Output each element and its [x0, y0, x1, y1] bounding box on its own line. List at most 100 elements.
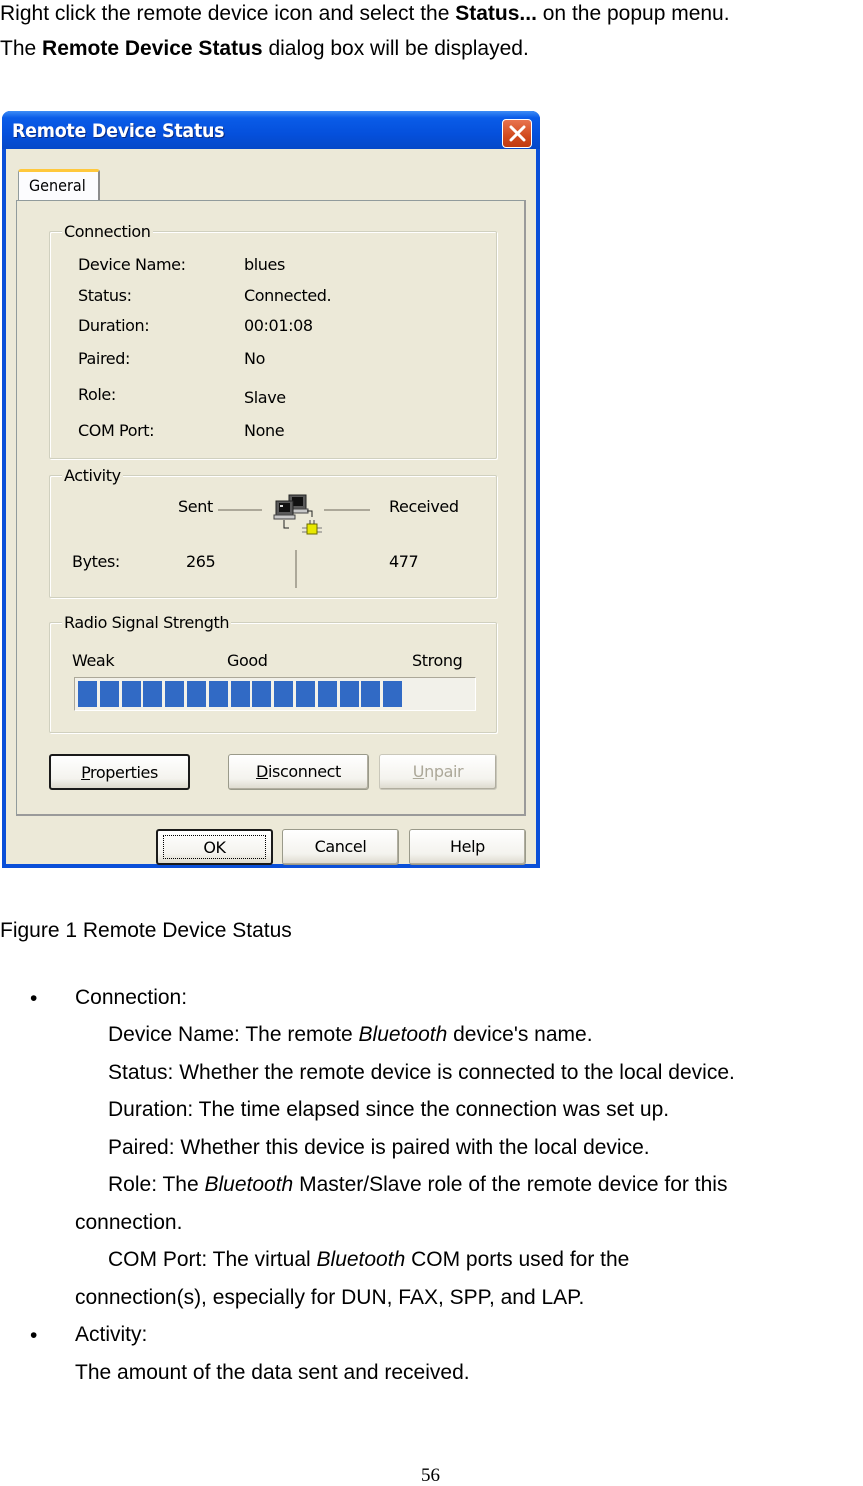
- status-value: Connected.: [244, 286, 332, 305]
- activity-desc: The amount of the data sent and received…: [75, 1361, 470, 1384]
- status-menu-reference: Status...: [455, 2, 537, 25]
- desc-text: Role: The: [108, 1173, 205, 1196]
- desc-italic: Bluetooth: [204, 1173, 294, 1196]
- desc-italic: Bluetooth: [358, 1023, 448, 1046]
- device-name-desc: Device Name: The remote Bluetooth device…: [108, 1022, 593, 1048]
- status-label: Status:: [78, 286, 132, 305]
- signal-block: [78, 681, 97, 707]
- signal-group-title: Radio Signal Strength: [62, 613, 232, 632]
- button-label: Help: [450, 837, 485, 856]
- intro-line-2: The Remote Device Status dialog box will…: [0, 36, 529, 62]
- intro-line-1: Right click the remote device icon and s…: [0, 1, 730, 27]
- signal-block: [317, 681, 337, 707]
- duration-desc: Duration: The time elapsed since the con…: [108, 1098, 670, 1121]
- desc-italic: Bluetooth: [316, 1248, 406, 1271]
- page-number: 56: [421, 1465, 440, 1486]
- help-button[interactable]: Help: [409, 829, 526, 865]
- desc-text: COM ports used for the: [405, 1248, 630, 1271]
- button-label: isconnect: [267, 762, 341, 781]
- accelerator-key: P: [81, 763, 91, 782]
- intro-text: on the popup menu.: [536, 2, 730, 25]
- button-label: npair: [424, 762, 464, 781]
- signal-block: [252, 681, 272, 707]
- focus-ring: [163, 835, 266, 859]
- duration-label: Duration:: [78, 316, 150, 335]
- signal-block: [383, 681, 403, 707]
- activity-heading: Activity:: [75, 1323, 148, 1346]
- signal-block: [99, 681, 119, 707]
- paired-desc: Paired: Whether this device is paired wi…: [108, 1136, 650, 1159]
- network-computers-icon: [273, 494, 322, 535]
- signal-block: [143, 681, 163, 707]
- tab-label: General: [29, 176, 86, 195]
- figure-caption: Figure 1 Remote Device Status: [0, 919, 292, 942]
- connection-heading: Connection:: [75, 986, 188, 1009]
- remote-device-status-dialog: Remote Device Status General Connection …: [2, 111, 540, 868]
- desc-text: Device Name: The remote: [108, 1023, 359, 1046]
- signal-strength-bar: [74, 677, 476, 711]
- disconnect-button[interactable]: Disconnect: [228, 754, 369, 790]
- signal-block: [187, 681, 206, 707]
- duration-value: 00:01:08: [244, 316, 313, 335]
- dialog-name-reference: Remote Device Status: [42, 37, 263, 60]
- strong-label: Strong: [412, 651, 463, 670]
- general-tab-panel: Connection Device Name: blues Status: Co…: [16, 200, 526, 816]
- intro-text: dialog box will be displayed.: [262, 37, 529, 60]
- button-label: Cancel: [314, 837, 367, 856]
- sent-label: Sent: [178, 497, 213, 516]
- connection-group-title: Connection: [62, 222, 153, 241]
- tab-general[interactable]: General: [18, 169, 100, 201]
- status-desc: Status: Whether the remote device is con…: [108, 1061, 735, 1084]
- activity-group-title: Activity: [62, 466, 123, 485]
- divider-line: [295, 550, 297, 588]
- desc-text: Master/Slave role of the remote device f…: [293, 1173, 728, 1196]
- bytes-label: Bytes:: [72, 552, 120, 571]
- role-desc-cont: connection.: [75, 1211, 183, 1234]
- intro-text: The: [0, 37, 43, 60]
- good-label: Good: [227, 651, 268, 670]
- role-desc: Role: The Bluetooth Master/Slave role of…: [108, 1172, 727, 1198]
- device-name-value: blues: [244, 255, 285, 274]
- desc-text: COM Port: The virtual: [108, 1248, 317, 1271]
- com-port-value: None: [244, 421, 285, 440]
- signal-block: [121, 681, 141, 707]
- device-name-label: Device Name:: [78, 255, 186, 274]
- received-label: Received: [389, 497, 459, 516]
- com-port-label: COM Port:: [78, 421, 155, 440]
- signal-strength-group: Radio Signal Strength Weak Good Strong: [49, 613, 497, 733]
- dialog-client-area: General Connection Device Name: blues St…: [6, 149, 536, 865]
- signal-block: [361, 681, 381, 707]
- role-label: Role:: [78, 385, 116, 404]
- com-port-desc-cont: connection(s), especially for DUN, FAX, …: [75, 1286, 585, 1309]
- unpair-button[interactable]: Unpair: [379, 754, 497, 790]
- weak-label: Weak: [72, 651, 115, 670]
- signal-block: [165, 681, 185, 707]
- cancel-button[interactable]: Cancel: [282, 829, 399, 865]
- sent-bytes-value: 265: [186, 552, 216, 571]
- intro-text: Right click the remote device icon and s…: [0, 2, 456, 25]
- role-value: Slave: [244, 388, 286, 407]
- signal-block: [339, 681, 359, 707]
- signal-block: [296, 681, 315, 707]
- connection-group: Connection Device Name: blues Status: Co…: [49, 222, 497, 459]
- signal-block: [274, 681, 294, 707]
- button-label: roperties: [90, 763, 158, 782]
- dialog-title: Remote Device Status: [12, 120, 225, 142]
- accelerator-key: U: [412, 762, 425, 781]
- desc-text: device's name.: [447, 1023, 593, 1046]
- close-button[interactable]: [502, 119, 532, 148]
- paired-label: Paired:: [78, 349, 130, 368]
- bullet-dot: •: [30, 987, 38, 1010]
- signal-block: [230, 681, 250, 707]
- activity-group: Activity Sent Received Bytes: 265 477: [49, 466, 497, 598]
- signal-block: [208, 681, 228, 707]
- close-icon: [509, 125, 526, 142]
- received-line: [324, 509, 370, 511]
- com-port-desc: COM Port: The virtual Bluetooth COM port…: [108, 1247, 629, 1273]
- title-bar[interactable]: Remote Device Status: [2, 111, 540, 149]
- bullet-dot: •: [30, 1324, 38, 1347]
- sent-line: [218, 509, 262, 511]
- properties-button[interactable]: Properties: [49, 754, 190, 790]
- received-bytes-value: 477: [389, 552, 419, 571]
- ok-button[interactable]: OK: [156, 829, 273, 865]
